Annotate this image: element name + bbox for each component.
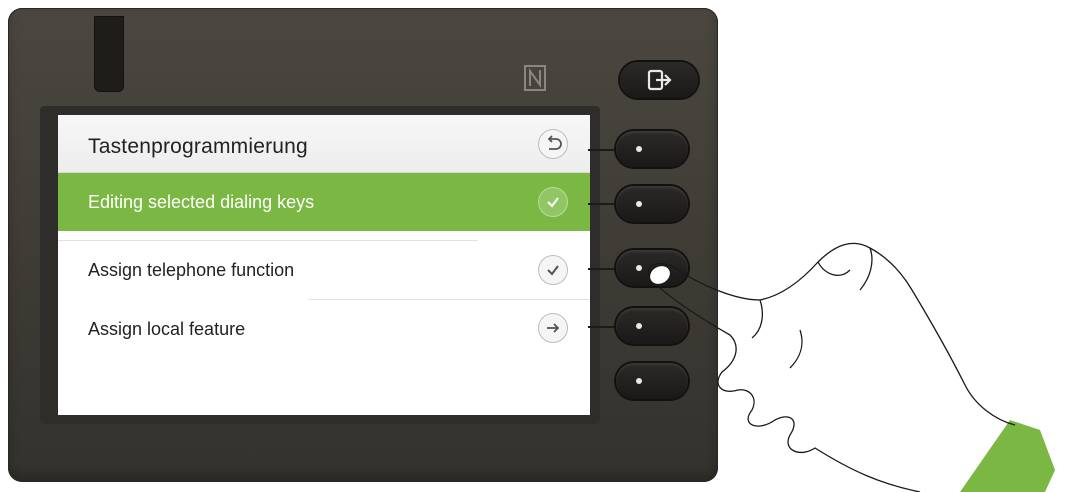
select-button[interactable] xyxy=(538,187,568,217)
display: Tastenprogrammierung Editing selected di… xyxy=(58,115,590,415)
list-item-editing-dialing-keys[interactable]: Editing selected dialing keys xyxy=(58,173,590,231)
checkmark-icon xyxy=(547,265,559,276)
softkey-2[interactable] xyxy=(616,186,688,222)
pointing-hand-icon xyxy=(647,242,1055,492)
key-connector xyxy=(588,149,616,151)
page-title: Tastenprogrammierung xyxy=(88,135,308,158)
key-connector xyxy=(588,326,616,328)
list-item-assign-telephone-function[interactable]: Assign telephone function xyxy=(58,241,590,299)
handset-slot xyxy=(94,16,124,92)
back-button[interactable] xyxy=(538,129,568,159)
select-button[interactable] xyxy=(538,255,568,285)
list-item-label: Editing selected dialing keys xyxy=(88,192,315,212)
softkey-1[interactable] xyxy=(616,131,688,167)
arrow-right-icon xyxy=(547,323,560,333)
logout-key[interactable] xyxy=(620,62,698,98)
checkmark-icon xyxy=(547,197,559,208)
back-arrow-icon xyxy=(547,135,562,150)
key-connector xyxy=(588,268,616,270)
key-dot xyxy=(636,201,642,207)
logout-icon xyxy=(647,69,672,91)
screen-header: Tastenprogrammierung xyxy=(58,115,590,173)
list-item-label: Assign telephone function xyxy=(88,260,295,280)
key-dot xyxy=(636,146,642,152)
key-connector xyxy=(588,203,616,205)
list-item-label: Assign local feature xyxy=(88,319,246,339)
open-submenu-button[interactable] xyxy=(538,313,568,343)
nfc-icon xyxy=(524,65,546,91)
list-item-assign-local-feature[interactable]: Assign local feature xyxy=(58,300,590,358)
